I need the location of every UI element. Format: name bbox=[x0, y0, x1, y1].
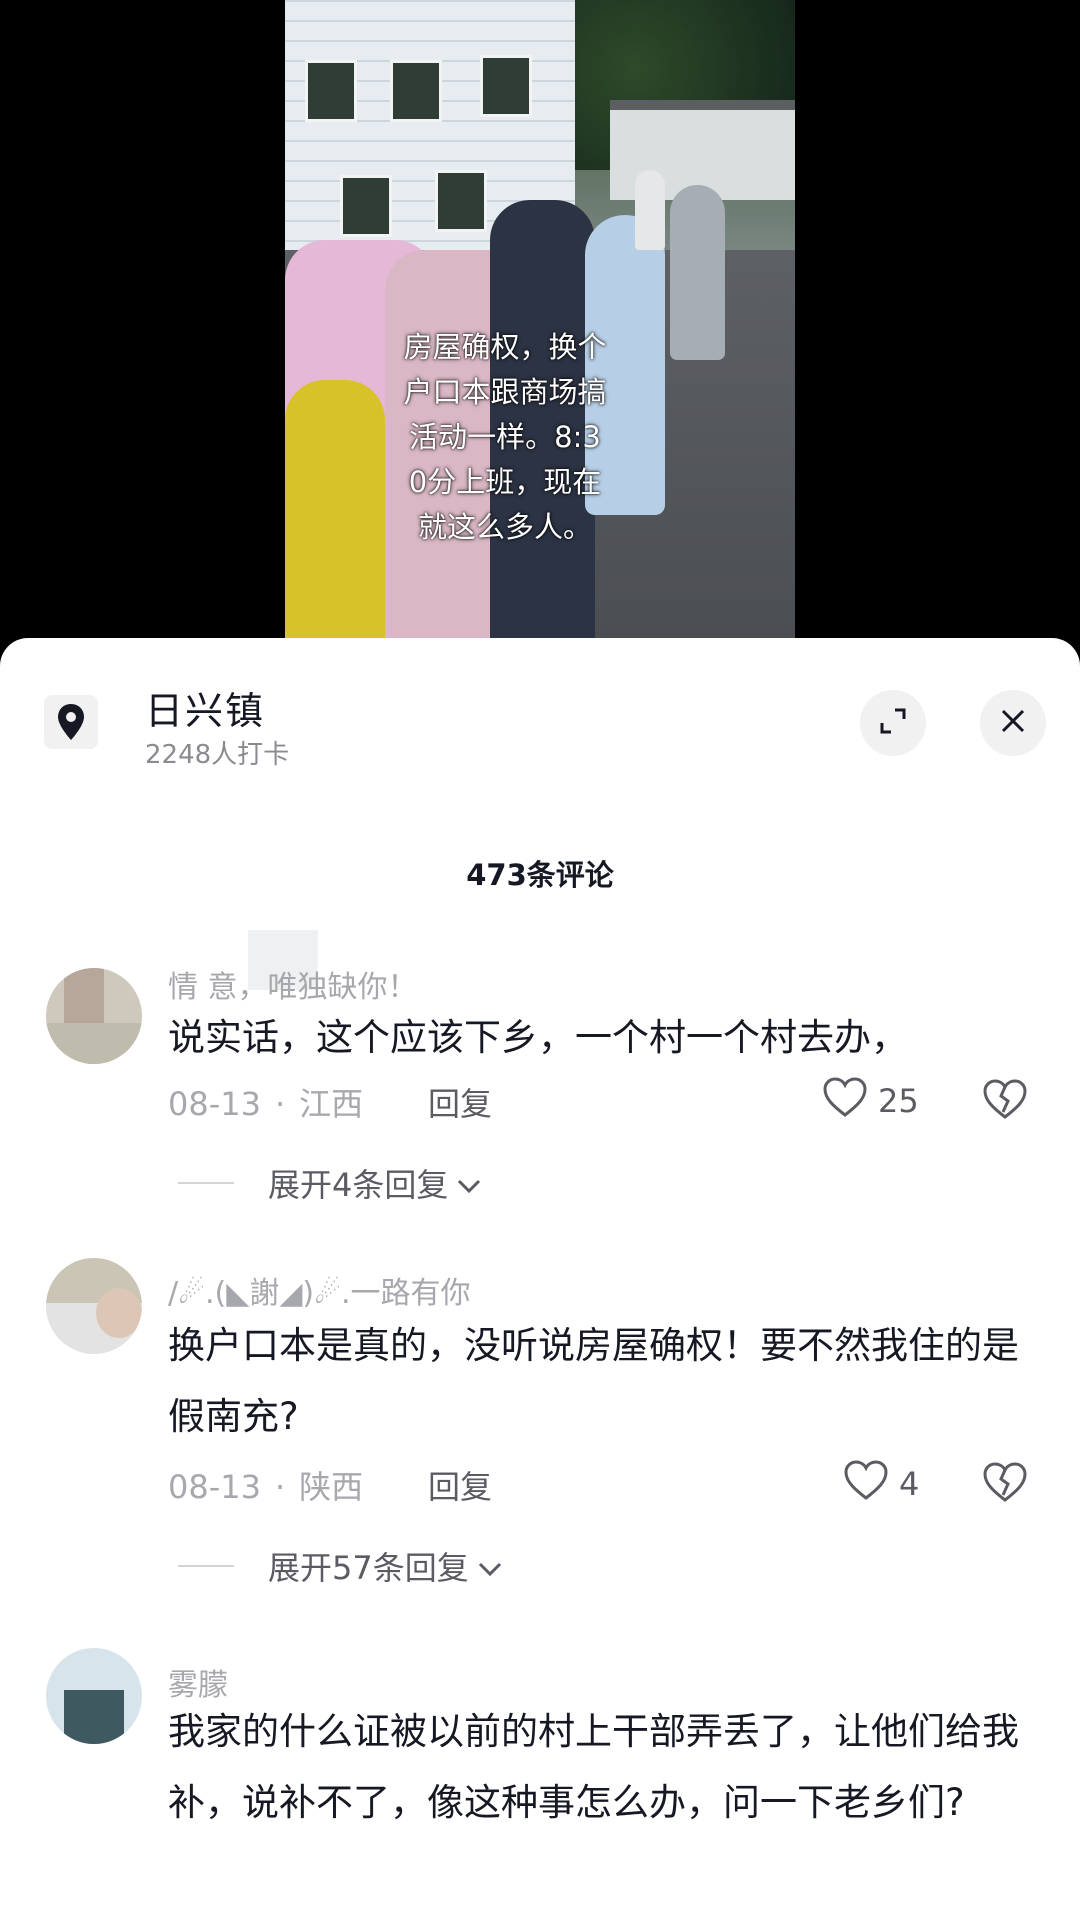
avatar[interactable] bbox=[46, 1648, 142, 1744]
comment-meta: 08-13 · 陕西 bbox=[168, 1468, 364, 1506]
reply-button[interactable]: 回复 bbox=[428, 1462, 492, 1508]
heart-icon bbox=[822, 1076, 868, 1126]
expand-icon bbox=[879, 707, 907, 739]
comment-username[interactable]: /☄.(◣謝◢)☄.一路有你 bbox=[168, 1268, 471, 1312]
location-name[interactable]: 日兴镇 bbox=[145, 680, 265, 735]
expand-replies-button[interactable]: 展开4条回复 bbox=[178, 1160, 482, 1206]
expand-button[interactable] bbox=[860, 690, 926, 756]
location-checkins: 2248人打卡 bbox=[145, 740, 290, 770]
comments-sheet: 日兴镇 2248人打卡 473条评论 情 意，唯独缺你！ 说实话，这个应该下乡，… bbox=[0, 638, 1080, 1920]
comment-region: 陕西 bbox=[299, 1468, 364, 1506]
dislike-button[interactable] bbox=[982, 1461, 1028, 1507]
video-player[interactable]: 房屋确权，换个户口本跟商场搞活动一样。8:30分上班，现在就这么多人。 bbox=[0, 0, 1080, 660]
reply-button[interactable]: 回复 bbox=[428, 1079, 492, 1125]
chevron-down-icon bbox=[477, 1547, 503, 1585]
close-button[interactable] bbox=[980, 690, 1046, 756]
expand-replies-label: 展开57条回复 bbox=[268, 1549, 469, 1587]
broken-heart-icon bbox=[982, 1079, 1028, 1124]
divider bbox=[178, 1565, 234, 1567]
like-button[interactable]: 4 bbox=[843, 1459, 919, 1509]
comment-date: 08-13 bbox=[168, 1085, 261, 1123]
like-count: 25 bbox=[878, 1082, 919, 1120]
like-button[interactable]: 25 bbox=[822, 1076, 919, 1126]
comment-text: 我家的什么证被以前的村上干部弄丢了，让他们给我补，说补不了，像这种事怎么办，问一… bbox=[168, 1710, 1019, 1824]
close-icon bbox=[1000, 708, 1026, 738]
video-caption: 房屋确权，换个户口本跟商场搞活动一样。8:30分上班，现在就这么多人。 bbox=[403, 330, 607, 544]
comment-region: 江西 bbox=[299, 1085, 364, 1123]
divider bbox=[178, 1182, 234, 1184]
heart-icon bbox=[843, 1459, 889, 1509]
comment-text: 说实话，这个应该下乡，一个村一个村去办， bbox=[168, 1016, 908, 1059]
broken-heart-icon bbox=[982, 1462, 1028, 1507]
avatar[interactable] bbox=[46, 1258, 142, 1354]
avatar[interactable] bbox=[46, 968, 142, 1064]
comment-date: 08-13 bbox=[168, 1468, 261, 1506]
expand-replies-button[interactable]: 展开57条回复 bbox=[178, 1543, 503, 1589]
dislike-button[interactable] bbox=[982, 1078, 1028, 1124]
like-count: 4 bbox=[899, 1465, 920, 1503]
expand-replies-label: 展开4条回复 bbox=[268, 1166, 449, 1204]
comments-count-title: 473条评论 bbox=[466, 858, 614, 892]
location-pin-icon[interactable] bbox=[44, 695, 98, 749]
comment-meta: 08-13 · 江西 bbox=[168, 1085, 364, 1123]
comment-username[interactable]: 情 意，唯独缺你！ bbox=[168, 962, 418, 1006]
chevron-down-icon bbox=[456, 1164, 482, 1202]
comment-text: 换户口本是真的，没听说房屋确权！要不然我住的是假南充? bbox=[168, 1324, 1019, 1438]
screen: 房屋确权，换个户口本跟商场搞活动一样。8:30分上班，现在就这么多人。 日兴镇 … bbox=[0, 0, 1080, 1920]
